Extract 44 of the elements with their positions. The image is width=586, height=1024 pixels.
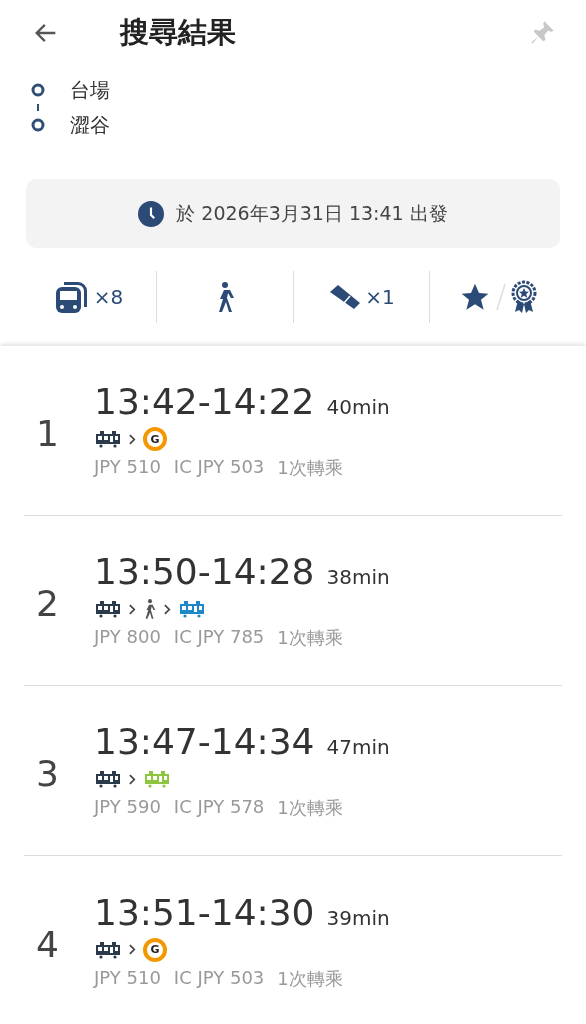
count-label: ×8 [93,285,124,309]
transfer-count: 1次轉乘 [277,966,343,991]
chevron-icon [164,603,171,615]
result-number: 3 [35,753,60,794]
stop-marker-icon [31,118,45,132]
station-name: 澀谷 [70,111,110,139]
ic-fare: IC JPY 578 [173,796,265,819]
line-badge: G [143,427,167,451]
chevron-icon [129,944,136,955]
line-badge: G [143,937,167,962]
slash-divider [496,282,507,312]
ic-fare: IC JPY 785 [173,626,265,649]
chevron-icon [129,433,136,445]
result-number: 2 [35,583,60,624]
duration: 47min [326,735,390,759]
ic-fare: IC JPY 503 [173,456,265,479]
transfer-count: 1次轉乘 [277,796,343,820]
departure-time-button[interactable]: 於 2026年3月31日 13:41 出發 [26,179,560,248]
time-range[interactable]: 13:50-14:28 [94,551,315,592]
stop-marker-icon [31,83,45,97]
page-title: 搜尋結果 [120,14,237,51]
duration: 39min [326,905,390,930]
chevron-icon [129,773,136,785]
result-number: 4 [35,923,60,965]
duration: 38min [326,565,390,589]
duration: 40min [326,395,390,419]
clock-icon [138,200,165,227]
transfer-count: 1次轉乘 [277,456,343,480]
fare: JPY 800 [94,626,161,649]
result-number: 1 [35,413,60,454]
award-badge-icon[interactable] [511,280,538,314]
fare: JPY 590 [94,796,161,819]
ticket-icon[interactable] [328,283,363,311]
time-range[interactable]: 13:51-14:30 [94,891,315,933]
time-range[interactable]: 13:47-14:34 [94,721,315,762]
count-label: ×1 [365,285,395,309]
transfer-count: 1次轉乘 [277,626,343,650]
time-range[interactable]: 13:42-14:22 [94,381,315,422]
fare: JPY 510 [94,456,161,479]
fare: JPY 510 [94,966,161,990]
walking-person-icon [143,598,157,620]
chevron-icon [129,603,136,615]
ic-fare: IC JPY 503 [173,966,265,990]
station-name: 台場 [70,76,110,104]
